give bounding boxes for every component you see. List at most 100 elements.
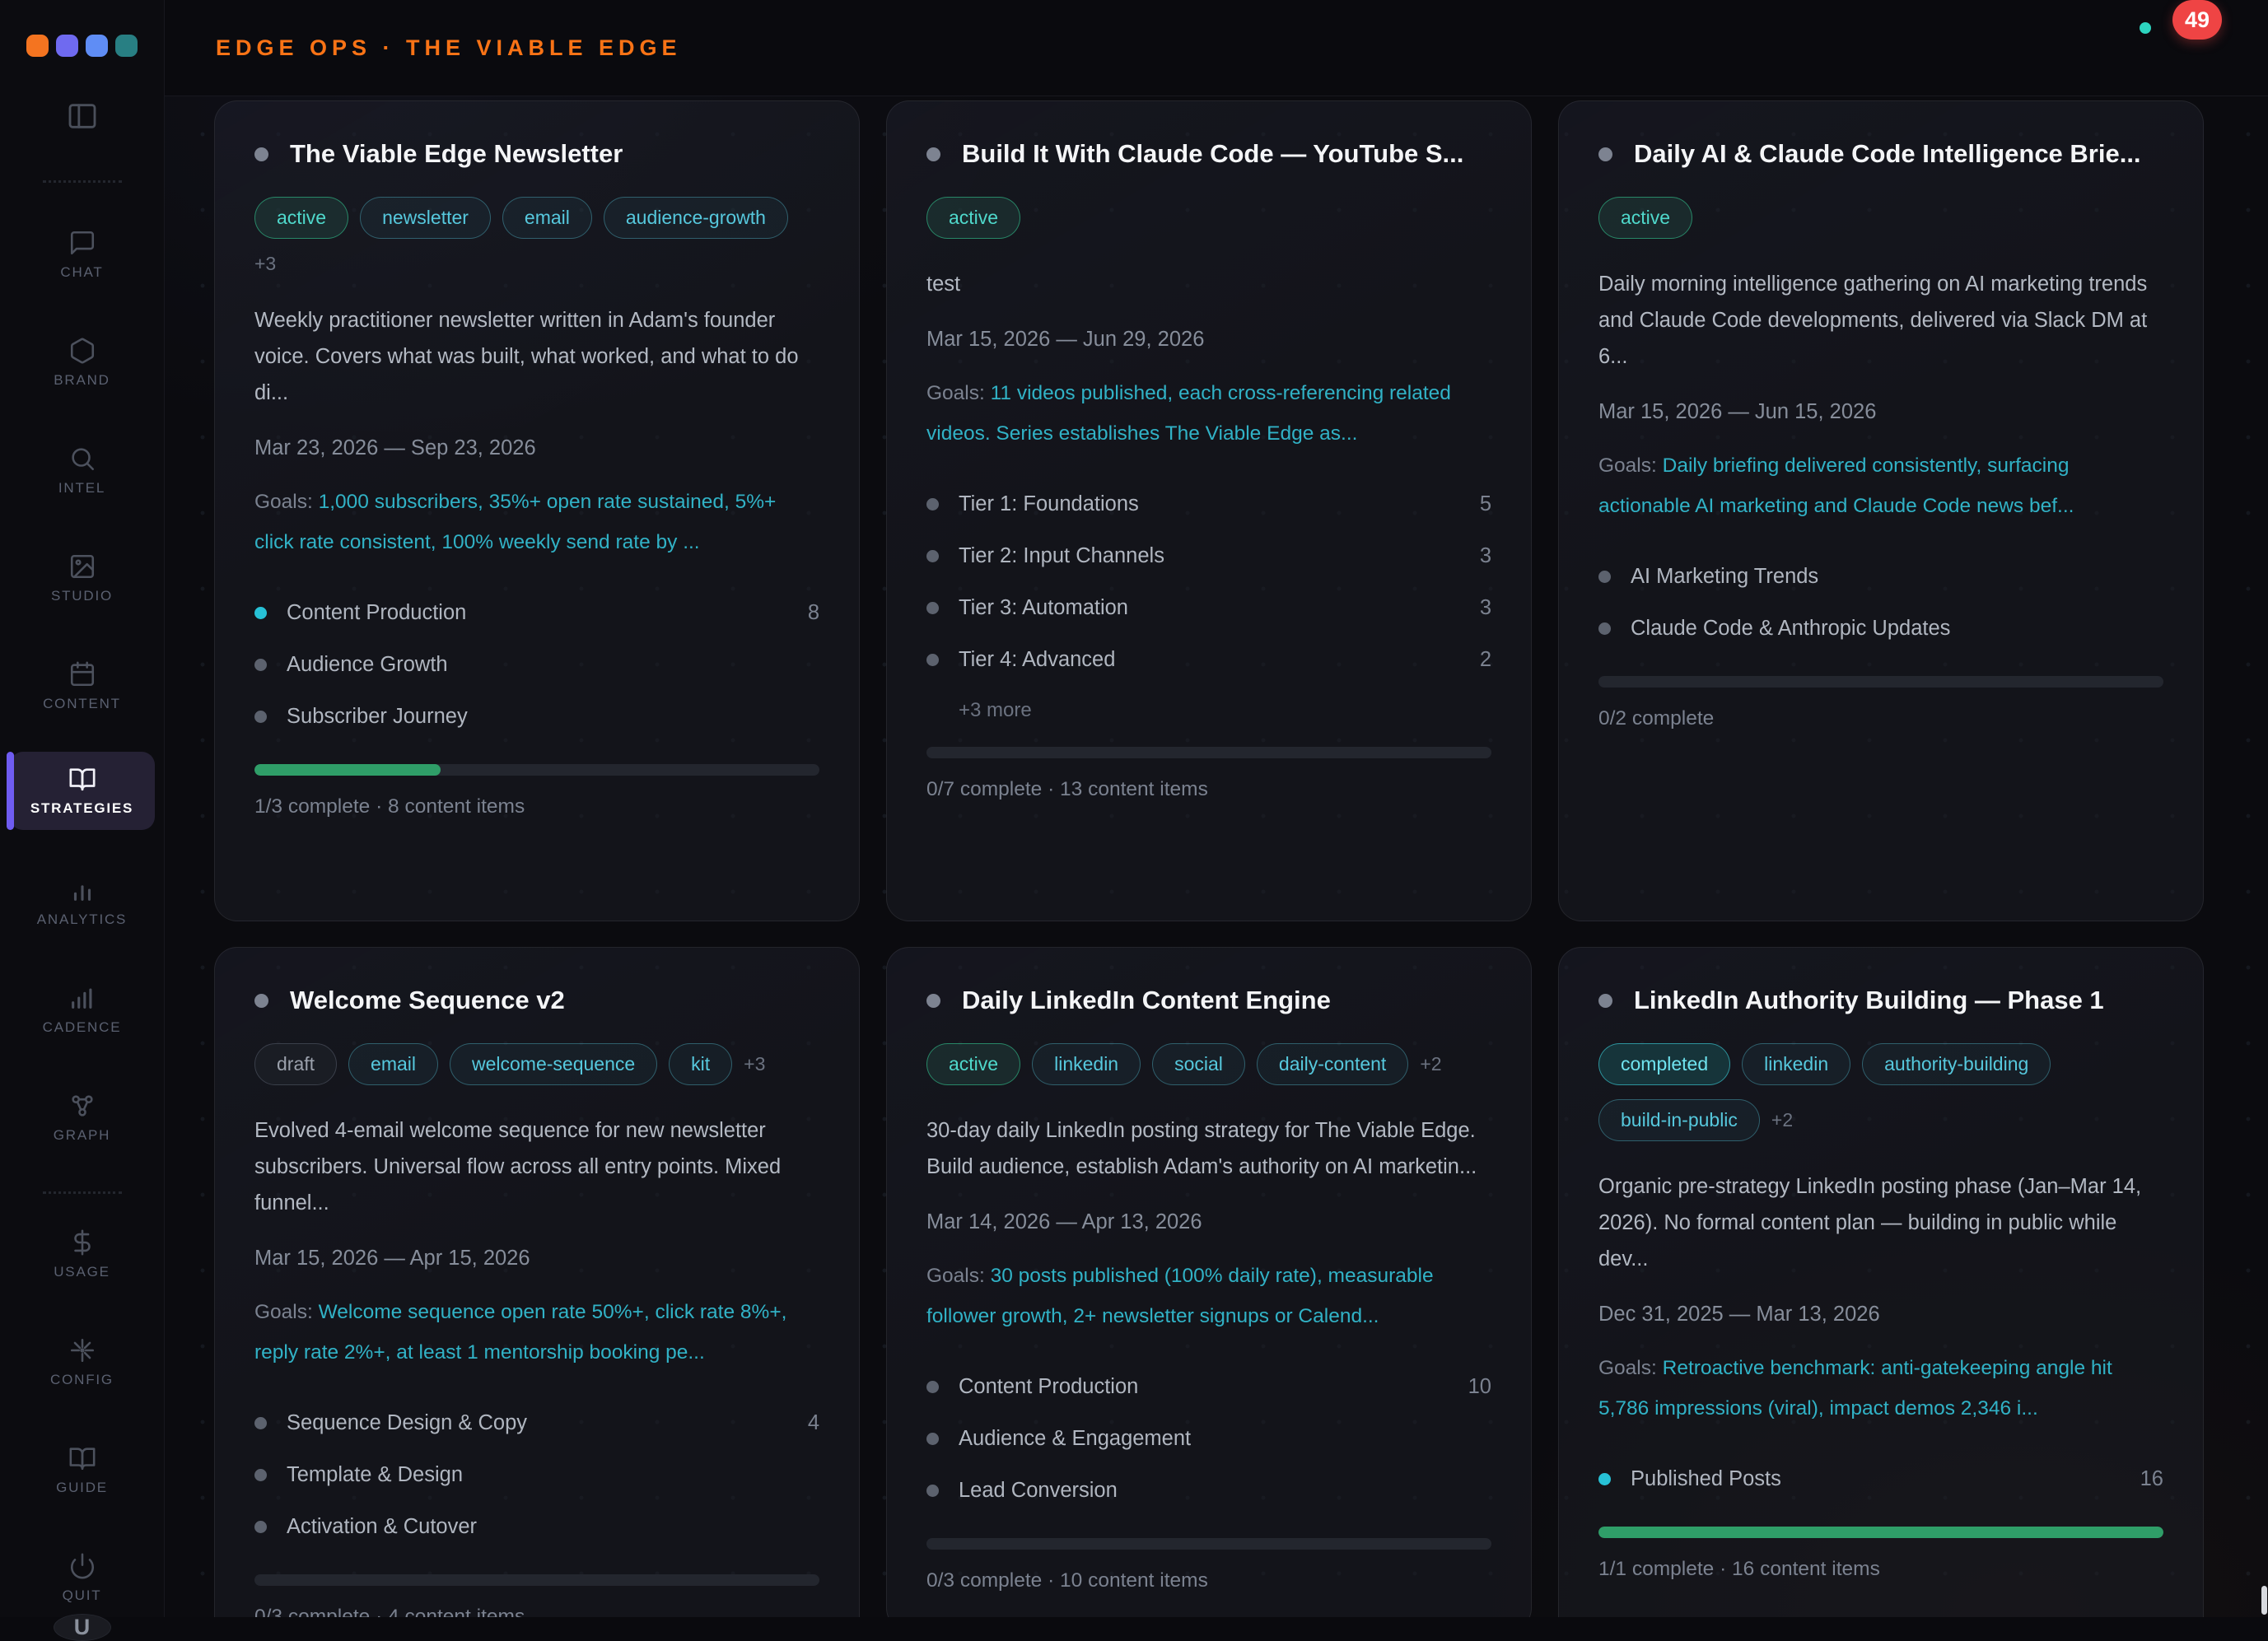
extra-tags-count: +2: [1420, 1053, 1441, 1075]
strategy-card-daily-linkedin-content-engine[interactable]: Daily LinkedIn Content Engine active lin…: [886, 947, 1532, 1617]
milestone-count: 10: [1468, 1375, 1491, 1399]
status-tag[interactable]: active: [1598, 197, 1692, 239]
sidebar-item-cadence[interactable]: CADENCE: [10, 974, 155, 1046]
sidebar-item-graph[interactable]: GRAPH: [10, 1082, 155, 1154]
sidebar-item-label: BRAND: [54, 372, 110, 389]
strategy-card-welcome-sequence-v2[interactable]: Welcome Sequence v2 draft email welcome-…: [214, 947, 860, 1617]
signal-bars-icon: [68, 984, 96, 1012]
card-footer-stats: 1/3 complete · 8 content items: [254, 795, 819, 818]
tag[interactable]: authority-building: [1862, 1043, 2051, 1085]
milestone-dot: [254, 711, 267, 723]
status-tag[interactable]: completed: [1598, 1043, 1730, 1085]
goals-text: 1,000 subscribers, 35%+ open rate sustai…: [254, 491, 776, 553]
card-description: Organic pre-strategy LinkedIn posting ph…: [1598, 1169, 2163, 1278]
milestone-label: Claude Code & Anthropic Updates: [1631, 617, 2144, 641]
tag[interactable]: social: [1152, 1043, 1245, 1085]
dollar-icon: [68, 1228, 96, 1256]
tag[interactable]: newsletter: [360, 197, 491, 239]
milestone-list: Content Production 10 Audience & Engageme…: [926, 1361, 1491, 1517]
sidebar-item-usage[interactable]: USAGE: [10, 1219, 155, 1290]
sidebar-item-config[interactable]: CONFIG: [10, 1326, 155, 1398]
sidebar-item-quit[interactable]: QUIT: [10, 1542, 155, 1614]
sidebar-item-content[interactable]: CONTENT: [10, 650, 155, 722]
strategy-card-linkedin-authority-building[interactable]: LinkedIn Authority Building — Phase 1 co…: [1558, 947, 2204, 1617]
tag[interactable]: kit: [669, 1043, 732, 1085]
milestone-row[interactable]: Subscriber Journey: [254, 691, 819, 743]
milestone-row[interactable]: Sequence Design & Copy4: [254, 1397, 819, 1449]
status-tag[interactable]: draft: [254, 1043, 337, 1085]
milestone-row[interactable]: Activation & Cutover: [254, 1501, 819, 1553]
tag[interactable]: audience-growth: [604, 197, 788, 239]
milestone-row[interactable]: Lead Conversion: [926, 1465, 1491, 1517]
tag[interactable]: daily-content: [1257, 1043, 1408, 1085]
milestone-dot: [254, 1469, 267, 1481]
sidebar-toggle-icon[interactable]: [66, 100, 99, 133]
milestone-label: Content Production: [959, 1375, 1449, 1399]
notification-badge[interactable]: 49: [2172, 0, 2222, 40]
logo-dot-purple: [56, 35, 78, 57]
milestone-row[interactable]: AI Marketing Trends: [1598, 551, 2163, 603]
tag[interactable]: linkedin: [1032, 1043, 1141, 1085]
milestone-dot: [1598, 571, 1611, 583]
sidebar-divider: [43, 1191, 122, 1194]
card-status-dot: [1598, 147, 1612, 161]
strategy-card-daily-ai-intelligence-brief[interactable]: Daily AI & Claude Code Intelligence Brie…: [1558, 100, 2204, 921]
status-tag[interactable]: active: [926, 1043, 1020, 1085]
sidebar-item-analytics[interactable]: ANALYTICS: [10, 866, 155, 938]
milestone-row[interactable]: Tier 3: Automation3: [926, 582, 1491, 634]
extra-tags-count: +2: [1771, 1109, 1793, 1131]
tag[interactable]: email: [502, 197, 592, 239]
sidebar-item-label: STRATEGIES: [30, 800, 133, 817]
sidebar-item-guide[interactable]: GUIDE: [10, 1434, 155, 1506]
logo-dot-blue: [86, 35, 108, 57]
sidebar-item-intel[interactable]: INTEL: [10, 435, 155, 506]
milestone-row[interactable]: Audience & Engagement: [926, 1413, 1491, 1465]
sidebar-item-label: GUIDE: [56, 1480, 108, 1496]
status-tag[interactable]: active: [254, 197, 348, 239]
strategy-card-build-it-with-claude-code[interactable]: Build It With Claude Code — YouTube S...…: [886, 100, 1532, 921]
card-status-dot: [254, 994, 268, 1008]
sidebar-item-studio[interactable]: STUDIO: [10, 543, 155, 614]
strategy-card-viable-edge-newsletter[interactable]: The Viable Edge Newsletter active newsle…: [214, 100, 860, 921]
sidebar-item-label: ANALYTICS: [37, 911, 127, 928]
card-title: Build It With Claude Code — YouTube S...: [962, 139, 1463, 169]
goals-label: Goals:: [254, 491, 313, 513]
milestone-row[interactable]: Claude Code & Anthropic Updates: [1598, 603, 2163, 655]
tag[interactable]: welcome-sequence: [450, 1043, 657, 1085]
milestone-row[interactable]: Content Production8: [254, 587, 819, 639]
milestone-row[interactable]: Tier 4: Advanced2: [926, 634, 1491, 686]
sidebar-item-label: USAGE: [54, 1264, 110, 1280]
sidebar-item-brand[interactable]: BRAND: [10, 327, 155, 399]
milestone-dot: [254, 1417, 267, 1429]
milestone-dot: [254, 659, 267, 671]
sidebar-item-label: INTEL: [58, 480, 105, 496]
card-goals: Goals: 11 videos published, each cross-r…: [926, 373, 1491, 454]
tag[interactable]: email: [348, 1043, 438, 1085]
milestone-list: Published Posts16: [1598, 1453, 2163, 1505]
status-tag[interactable]: active: [926, 197, 1020, 239]
card-footer-stats: 1/1 complete · 16 content items: [1598, 1558, 2163, 1581]
milestone-dot: [254, 1521, 267, 1533]
milestone-row[interactable]: Tier 2: Input Channels3: [926, 530, 1491, 582]
card-status-dot: [1598, 994, 1612, 1008]
card-description: Weekly practitioner newsletter written i…: [254, 303, 819, 412]
goals-text: Retroactive benchmark: anti-gatekeeping …: [1598, 1357, 2112, 1420]
sidebar-item-chat[interactable]: CHAT: [10, 219, 155, 291]
sidebar-item-label: CONFIG: [50, 1372, 114, 1388]
milestone-row[interactable]: Audience Growth: [254, 639, 819, 691]
milestone-row[interactable]: Template & Design: [254, 1449, 819, 1501]
tag[interactable]: build-in-public: [1598, 1099, 1760, 1141]
card-goals: Goals: Welcome sequence open rate 50%+, …: [254, 1292, 819, 1373]
sidebar-nav: CHAT BRAND INTEL STUDIO CONTENT: [0, 183, 164, 1614]
vertical-scrollbar-thumb[interactable]: [2261, 1586, 2267, 1615]
card-goals: Goals: Retroactive benchmark: anti-gatek…: [1598, 1348, 2163, 1429]
milestone-row[interactable]: Content Production 10: [926, 1361, 1491, 1413]
image-icon: [68, 552, 96, 580]
more-milestones-link[interactable]: +3 more: [926, 686, 1491, 725]
goals-text: Welcome sequence open rate 50%+, click r…: [254, 1301, 786, 1364]
milestone-row[interactable]: Published Posts16: [1598, 1453, 2163, 1505]
tag[interactable]: linkedin: [1742, 1043, 1850, 1085]
sidebar-item-strategies[interactable]: STRATEGIES: [10, 752, 155, 830]
user-avatar[interactable]: U: [54, 1614, 111, 1641]
milestone-row[interactable]: Tier 1: Foundations5: [926, 478, 1491, 530]
